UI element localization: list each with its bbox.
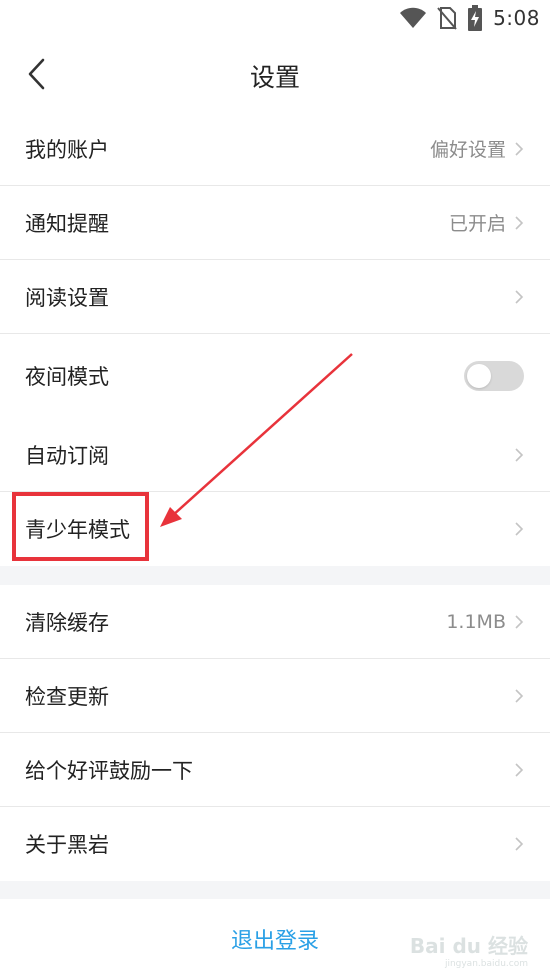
logout-button[interactable]: 退出登录: [231, 923, 319, 955]
row-label: 清除缓存: [25, 610, 109, 635]
chevron-right-icon: [515, 522, 524, 536]
row-label: 青少年模式: [25, 518, 130, 542]
row-right: [514, 836, 524, 852]
row-label: 夜间模式: [25, 365, 109, 389]
battery-charging-icon: [468, 5, 483, 31]
chevron-right-icon: [515, 141, 524, 156]
row-right: [514, 447, 524, 463]
settings-row-check-update[interactable]: 检查更新: [0, 659, 550, 733]
settings-row-clear-cache[interactable]: 清除缓存 1.1MB: [0, 585, 550, 659]
settings-group-2: 自动订阅 青少年模式: [0, 418, 550, 566]
row-right: 已开启: [449, 209, 524, 236]
toggle-knob: [467, 364, 491, 388]
row-label: 给个好评鼓励一下: [25, 758, 193, 783]
settings-row-about[interactable]: 关于黑岩: [0, 807, 550, 881]
logout-area: 退出登录: [0, 899, 550, 979]
chevron-right-icon: [515, 688, 524, 703]
settings-row-night-mode: 夜间模式: [0, 334, 550, 418]
chevron-right-icon: [515, 289, 524, 304]
chevron-right-icon: [515, 447, 524, 462]
row-right: [514, 289, 524, 305]
row-right: [464, 361, 524, 391]
settings-row-my-account[interactable]: 我的账户 偏好设置: [0, 112, 550, 186]
row-right: [514, 521, 524, 537]
settings-row-reading[interactable]: 阅读设置: [0, 260, 550, 334]
chevron-right-icon: [515, 837, 524, 851]
settings-row-notifications[interactable]: 通知提醒 已开启: [0, 186, 550, 260]
settings-group-1: 我的账户 偏好设置 通知提醒 已开启 阅读设置 夜间模式: [0, 112, 550, 418]
settings-row-teen-mode[interactable]: 青少年模式: [0, 492, 550, 566]
row-right: 偏好设置: [430, 135, 524, 162]
page-title: 设置: [249, 63, 300, 92]
status-bar: 5:08: [0, 0, 550, 36]
settings-row-auto-subscribe[interactable]: 自动订阅: [0, 418, 550, 492]
night-mode-toggle[interactable]: [464, 361, 524, 391]
row-label: 阅读设置: [25, 285, 109, 310]
row-label: 检查更新: [25, 684, 109, 709]
row-label: 通知提醒: [25, 211, 109, 236]
row-right: [514, 762, 524, 778]
row-right: 1.1MB: [446, 611, 524, 633]
chevron-right-icon: [515, 762, 524, 777]
row-value: 偏好设置: [429, 139, 506, 161]
row-label: 关于黑岩: [25, 833, 109, 857]
settings-group-3: 清除缓存 1.1MB 检查更新 给个好评鼓励一下 关于黑岩: [0, 585, 550, 881]
row-label: 我的账户: [25, 137, 109, 162]
chevron-right-icon: [515, 614, 524, 629]
row-right: [514, 688, 524, 704]
status-time: 5:08: [493, 6, 540, 30]
row-value: 已开启: [448, 213, 506, 235]
status-icons: 5:08: [399, 4, 540, 32]
chevron-right-icon: [515, 215, 524, 230]
no-sim-icon: [437, 7, 457, 30]
header: 设置: [0, 36, 550, 112]
wifi-icon: [400, 7, 427, 28]
settings-row-rate-app[interactable]: 给个好评鼓励一下: [0, 733, 550, 807]
row-value: 1.1MB: [446, 610, 506, 633]
row-label: 自动订阅: [25, 443, 109, 468]
